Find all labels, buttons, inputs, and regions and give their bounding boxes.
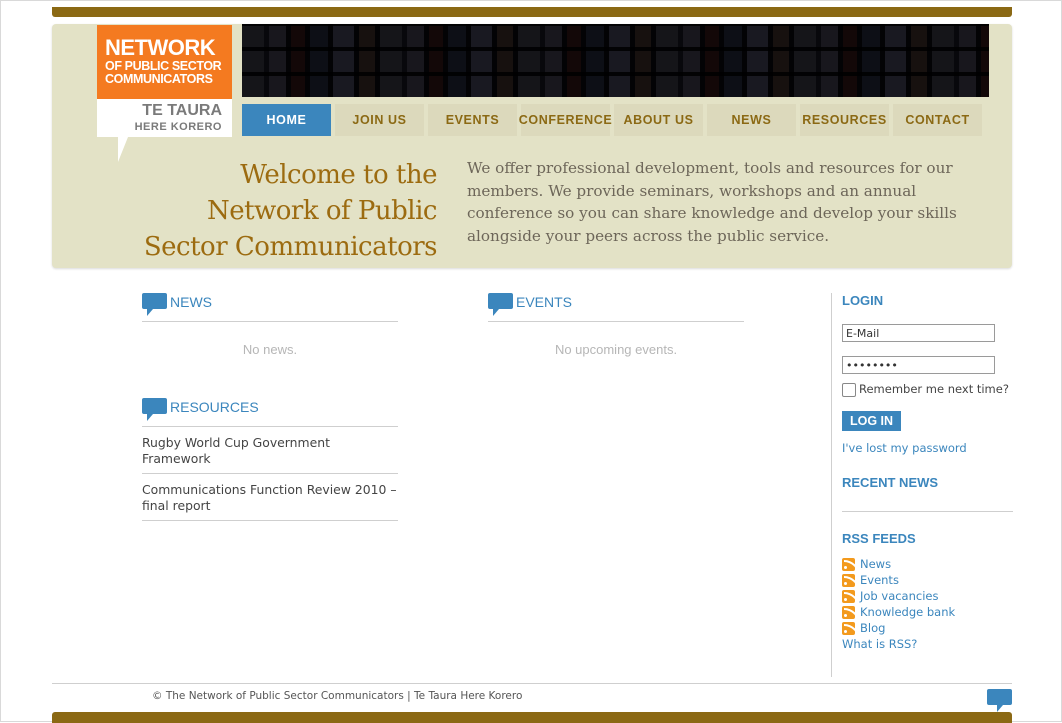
speech-bubble-icon [142,293,167,316]
news-empty-note: No news. [242,342,298,357]
logo-title: NETWORK [105,35,216,60]
logo-maori-line1: TE TAURA [142,102,222,119]
news-section: NEWS No news. [142,293,398,357]
site-logo[interactable]: NETWORK OF PUBLIC SECTOR COMMUNICATORS [97,25,232,99]
tab-contact[interactable]: CONTACT [893,104,982,136]
rss-icon [842,589,855,603]
top-brand-bar [52,7,1012,17]
rss-link-label: Blog [860,621,886,635]
rss-link-label: News [860,557,892,571]
rss-item-events[interactable]: Events [842,572,899,588]
rss-item-knowledge-bank[interactable]: Knowledge bank [842,604,955,620]
resource-item[interactable]: Communications Function Review 2010 – fi… [142,474,398,521]
welcome-line-1: Welcome to the [240,160,437,190]
logo-maori-block: TE TAURA HERE KORERO [97,99,232,137]
events-title[interactable]: EVENTS [516,294,572,310]
logo-speech-tail-white [118,137,128,162]
logo-maori-line2: HERE KORERO [134,121,222,133]
rss-item-blog[interactable]: Blog [842,620,885,636]
news-title[interactable]: NEWS [170,294,212,310]
speech-bubble-icon [142,398,167,421]
welcome-line-3: Sector Communicators [143,232,438,262]
resource-item[interactable]: Rugby World Cup Government Framework [142,427,398,474]
tab-join-us[interactable]: JOIN US [335,104,424,136]
rss-icon [842,573,855,587]
events-empty-note: No upcoming events. [554,342,678,357]
events-heading: EVENTS [488,293,744,322]
footer-divider [52,683,1012,684]
footer-copyright: © The Network of Public Sector Communica… [152,690,523,702]
welcome-line-2: Network of Public [206,196,438,226]
rss-item-job-vacancies[interactable]: Job vacancies [842,588,938,604]
tab-events[interactable]: EVENTS [428,104,517,136]
rss-icon [842,605,855,619]
rss-feeds-heading: RSS FEEDS [842,531,916,546]
bottom-brand-bar [52,712,1012,723]
remember-me-checkbox[interactable] [842,383,856,397]
recent-news-heading: RECENT NEWS [842,475,939,490]
rss-link-label: Knowledge bank [860,605,956,619]
sidebar: LOGIN Remember me next time? LOG IN I've… [831,293,1013,677]
rss-icon [842,621,855,635]
speech-bubble-icon [987,689,1012,712]
welcome-heading: Welcome to the Network of Public Sector … [132,157,438,265]
rss-link-label: Events [860,573,899,587]
remember-me-label: Remember me next time? [859,382,1009,396]
resources-section: RESOURCES Rugby World Cup Government Fra… [142,398,398,521]
main-nav: HOME JOIN US EVENTS CONFERENCE ABOUT US … [242,104,989,136]
lost-password-link[interactable]: I've lost my password [842,441,967,455]
resources-heading: RESOURCES [142,398,398,427]
tab-news[interactable]: NEWS [707,104,796,136]
resources-title[interactable]: RESOURCES [170,399,259,415]
speech-bubble-icon [488,293,513,316]
header-photo-mosaic [242,24,989,97]
intro-paragraph: We offer professional development, tools… [467,159,957,245]
tab-conference[interactable]: CONFERENCE [519,104,612,136]
events-section: EVENTS No upcoming events. [488,293,744,357]
logo-subtitle-line2: COMMUNICATORS [105,72,213,86]
news-heading: NEWS [142,293,398,322]
password-input[interactable] [842,356,995,374]
tab-about-us[interactable]: ABOUT US [614,104,703,136]
login-button[interactable]: LOG IN [842,411,901,431]
tab-resources[interactable]: RESOURCES [800,104,889,136]
rss-icon [842,557,855,571]
site-header: NETWORK OF PUBLIC SECTOR COMMUNICATORS T… [52,24,1012,268]
login-heading: LOGIN [842,293,884,308]
tab-home[interactable]: HOME [242,104,331,136]
rss-link-label: Job vacancies [860,589,939,603]
sidebar-divider [842,511,1013,512]
logo-subtitle-line1: OF PUBLIC SECTOR [105,59,222,73]
what-is-rss-link[interactable]: What is RSS? [842,637,917,651]
logo-subtitle: OF PUBLIC SECTOR COMMUNICATORS [105,59,222,86]
rss-item-news[interactable]: News [842,556,891,572]
email-input[interactable] [842,324,995,342]
